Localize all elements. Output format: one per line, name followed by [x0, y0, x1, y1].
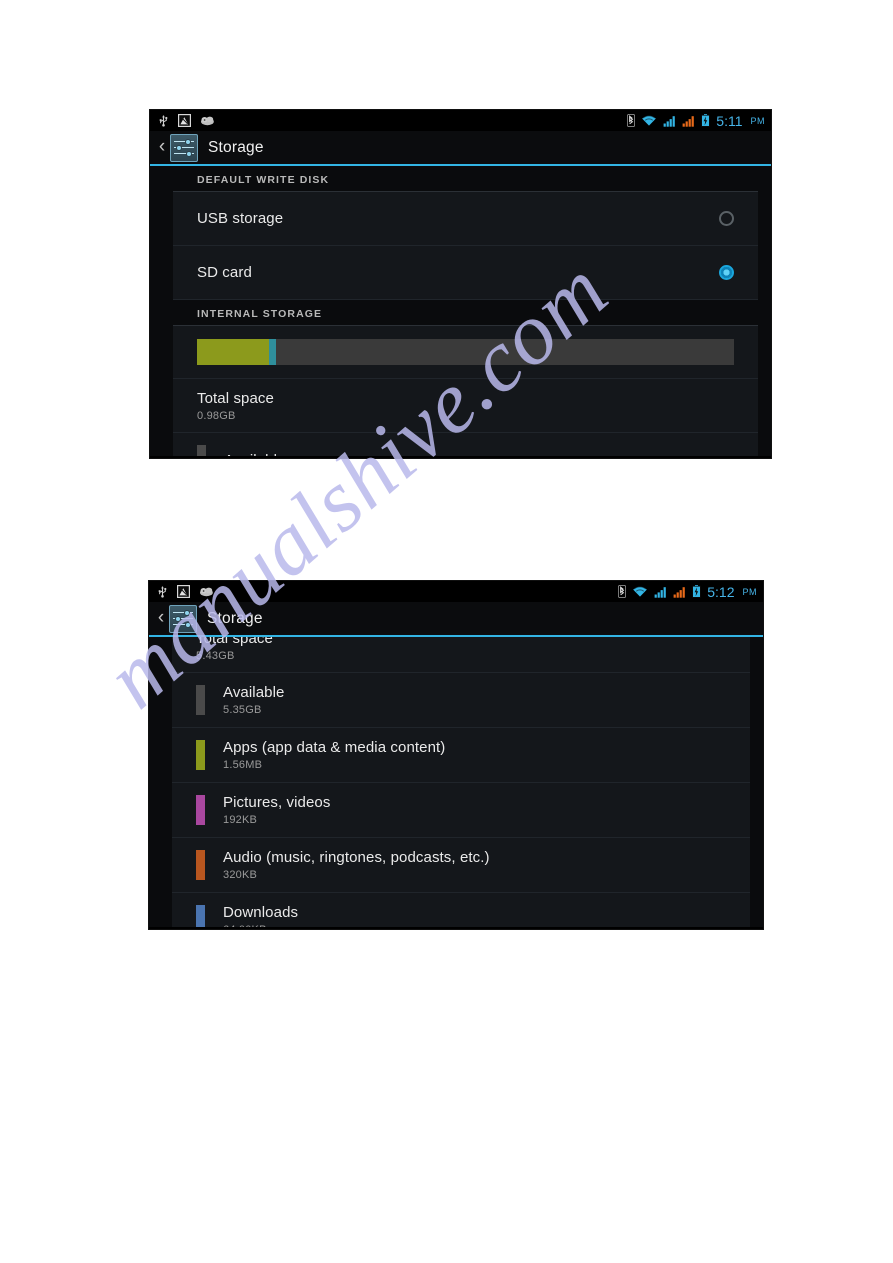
status-bar-clock: 5:11 — [716, 112, 743, 129]
action-bar: ‹ Storage — [150, 131, 771, 166]
cloud-icon — [201, 116, 214, 126]
list-item-text: SD card — [197, 264, 719, 281]
list-item-audio[interactable]: Audio (music, ringtones, podcasts, etc.)… — [172, 838, 750, 893]
color-swatch-available — [197, 445, 206, 456]
meter-segment-free — [275, 339, 734, 365]
list-item-title: Total space — [196, 637, 273, 647]
list-item-title: Available — [223, 684, 285, 701]
list-item-title: USB storage — [197, 210, 284, 227]
list-item-sd-card[interactable]: SD card — [173, 246, 758, 300]
list-item-text: Total space 0.98GB — [197, 390, 734, 422]
color-swatch-downloads — [196, 905, 205, 927]
list-item-text: Audio (music, ringtones, podcasts, etc.)… — [223, 849, 726, 881]
section-header-default-write-disk: DEFAULT WRITE DISK — [173, 166, 758, 192]
storage-usage-meter — [197, 339, 734, 365]
section-header-internal-storage: INTERNAL STORAGE — [173, 300, 758, 326]
battery-icon — [692, 585, 702, 598]
list-item-total-space[interactable]: Total space 5.43GB — [172, 637, 750, 673]
list-item-value: 0.98GB — [197, 409, 236, 422]
list-item-total-space[interactable]: Total space 0.98GB — [173, 379, 758, 433]
list-item-title: Available — [224, 452, 734, 457]
list-item-value: 64.00KB — [223, 924, 726, 927]
signal-icon-2 — [682, 115, 695, 127]
settings-list[interactable]: Total space 5.43GB Available 5.35GB Apps… — [149, 637, 763, 927]
list-item-text: USB storage — [197, 210, 719, 227]
status-bar-right-icons: 5:11 PM — [627, 114, 765, 128]
wifi-icon — [642, 114, 657, 126]
storage-usage-meter-row — [173, 326, 758, 379]
list-item-text: Available 5.35GB — [223, 684, 726, 716]
color-swatch-audio — [196, 850, 205, 880]
status-bar-left-icons — [158, 114, 215, 127]
screenshot-panel-storage-default-write-disk: 5:11 PM ‹ Storage DEFAULT WRITE DISK USB… — [150, 110, 771, 458]
bluetooth-icon — [627, 114, 636, 127]
list-item-apps[interactable]: Apps (app data & media content) 1.56MB — [172, 728, 750, 783]
list-item-title: Pictures, videos — [223, 794, 331, 811]
back-button[interactable]: ‹ — [154, 608, 168, 630]
settings-sliders-icon — [170, 133, 198, 162]
list-item-pictures-videos[interactable]: Pictures, videos 192KB — [172, 783, 750, 838]
bluetooth-icon — [618, 585, 627, 598]
status-bar-ampm: PM — [750, 115, 765, 126]
status-bar-right-icons: 5:12 PM — [618, 585, 757, 599]
list-item-text: Total space 5.43GB — [196, 637, 726, 662]
status-bar-left-icons — [157, 585, 214, 598]
action-bar: ‹ Storage — [149, 602, 763, 637]
battery-icon — [701, 114, 711, 127]
page-title: Storage — [208, 138, 264, 156]
list-item-value: 5.43GB — [196, 649, 235, 662]
color-swatch-pictures-videos — [196, 795, 205, 825]
settings-sliders-icon — [169, 604, 197, 633]
status-bar-ampm: PM — [742, 586, 757, 597]
list-item-title: Downloads — [223, 904, 299, 921]
list-item-text: Downloads 64.00KB — [223, 904, 726, 927]
page-title: Storage — [207, 609, 263, 627]
list-item-usb-storage[interactable]: USB storage — [173, 192, 758, 246]
signal-icon-2 — [673, 586, 686, 598]
screenshot-icon — [178, 114, 191, 127]
list-item-text: Apps (app data & media content) 1.56MB — [223, 739, 726, 771]
signal-icon-1 — [654, 586, 667, 598]
list-item-downloads[interactable]: Downloads 64.00KB — [172, 893, 750, 927]
signal-icon-1 — [663, 115, 676, 127]
list-item-text: Pictures, videos 192KB — [223, 794, 726, 826]
list-item-available[interactable]: Available 5.35GB — [172, 673, 750, 728]
back-button[interactable]: ‹ — [155, 137, 169, 159]
list-item-value: 1.56MB — [223, 759, 263, 771]
radio-usb-storage[interactable] — [719, 211, 734, 226]
list-item-title: SD card — [197, 264, 252, 281]
status-bar: 5:11 PM — [150, 110, 771, 131]
radio-sd-card[interactable] — [719, 265, 734, 280]
wifi-icon — [633, 585, 648, 597]
settings-scroll-container: DEFAULT WRITE DISK USB storage SD card I… — [150, 166, 771, 456]
list-item-text: Available — [224, 452, 734, 457]
screenshot-panel-storage-usage-breakdown: 5:12 PM ‹ Storage Total space 5.43GB Ava… — [149, 581, 763, 929]
status-bar-clock: 5:12 — [707, 583, 735, 600]
meter-segment-apps — [197, 339, 270, 365]
cloud-icon — [200, 587, 213, 597]
list-item-value: 320KB — [223, 869, 258, 881]
status-bar: 5:12 PM — [149, 581, 763, 602]
list-item-title: Audio (music, ringtones, podcasts, etc.) — [223, 849, 490, 866]
settings-scroll-container: Total space 5.43GB Available 5.35GB Apps… — [149, 637, 763, 927]
usb-icon — [159, 115, 168, 127]
settings-list[interactable]: DEFAULT WRITE DISK USB storage SD card I… — [150, 166, 771, 456]
screenshot-icon — [177, 585, 190, 598]
color-swatch-available — [196, 685, 205, 715]
list-item-available-clipped[interactable]: Available — [173, 433, 758, 456]
list-item-value: 192KB — [223, 814, 258, 826]
list-item-title: Apps (app data & media content) — [223, 739, 446, 756]
color-swatch-apps — [196, 740, 205, 770]
list-item-value: 5.35GB — [223, 704, 262, 716]
list-item-title: Total space — [197, 389, 274, 407]
usb-icon — [158, 586, 167, 598]
